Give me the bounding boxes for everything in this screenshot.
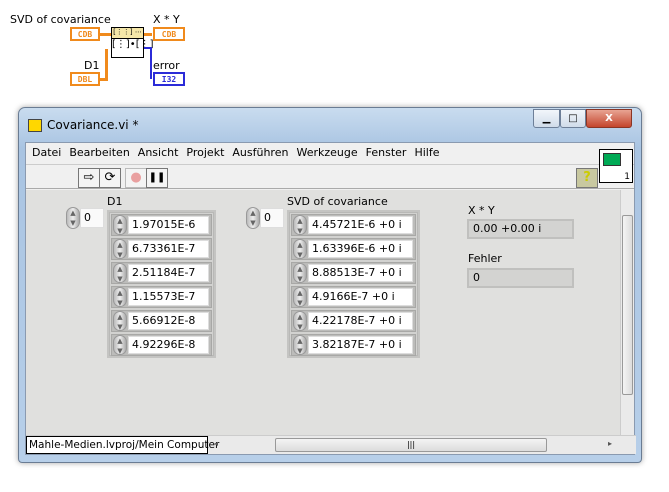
pause-button[interactable]: ❚❚	[146, 168, 168, 188]
fehler-label: Fehler	[468, 252, 502, 265]
spinner-icon[interactable]: ▲ ▼	[293, 311, 307, 331]
menu-ansicht[interactable]: Ansicht	[134, 143, 183, 163]
d1-value[interactable]: 1.15573E-7	[128, 288, 209, 306]
menu-fenster[interactable]: Fenster	[362, 143, 411, 163]
spinner-icon[interactable]: ▲ ▼	[113, 215, 127, 235]
svd-element: ▲ ▼ 3.82187E-7 +0 i	[291, 334, 416, 356]
spinner-icon[interactable]: ▲ ▼	[113, 263, 127, 283]
d1-index-spinner[interactable]: ▲ ▼	[66, 207, 80, 229]
svd-index[interactable]: 0	[260, 208, 284, 228]
menu-datei[interactable]: Datei	[26, 143, 65, 163]
error-terminal[interactable]: I32	[153, 72, 185, 86]
window-title: Covariance.vi *	[47, 118, 139, 132]
abort-button[interactable]: ●	[125, 168, 147, 188]
svd-element: ▲ ▼ 4.9166E-7 +0 i	[291, 286, 416, 308]
d1-value[interactable]: 6.73361E-7	[128, 240, 209, 258]
d1-value[interactable]: 2.51184E-7	[128, 264, 209, 282]
svd-element: ▲ ▼ 8.88513E-7 +0 i	[291, 262, 416, 284]
d1-element: ▲ ▼ 6.73361E-7	[111, 238, 212, 260]
menu-projekt[interactable]: Projekt	[182, 143, 228, 163]
d1-terminal-label: D1	[84, 59, 100, 72]
d1-value[interactable]: 1.97015E-6	[128, 216, 209, 234]
d1-element: ▲ ▼ 5.66912E-8	[111, 310, 212, 332]
vertical-scroll-thumb[interactable]	[622, 215, 633, 395]
menu-bearbeiten[interactable]: Bearbeiten	[65, 143, 133, 163]
xy-terminal-label: X * Y	[153, 13, 180, 26]
spinner-icon[interactable]: ▲ ▼	[113, 239, 127, 259]
spinner-icon[interactable]: ▲ ▼	[293, 287, 307, 307]
svd-value[interactable]: 4.45721E-6 +0 i	[308, 216, 413, 234]
front-panel: D1 ▲ ▼ 0 ▲ ▼ 1.97015E-6 ▲ ▼ 6.73361E-7 ▲ ▼ 2.51…	[26, 190, 621, 435]
xy-label: X * Y	[468, 204, 495, 217]
minimize-button[interactable]: ▁	[533, 109, 560, 128]
d1-element: ▲ ▼ 1.15573E-7	[111, 286, 212, 308]
svd-label: SVD of covariance	[287, 195, 388, 208]
help-button[interactable]: ?	[576, 168, 598, 188]
maximize-button[interactable]: □	[560, 109, 586, 128]
error-terminal-label: error	[153, 59, 180, 72]
spinner-icon[interactable]: ▲ ▼	[113, 287, 127, 307]
svd-index-spinner[interactable]: ▲ ▼	[246, 207, 260, 229]
connector-number: 1	[624, 172, 630, 182]
svd-element: ▲ ▼ 4.22178E-7 +0 i	[291, 310, 416, 332]
connector-pane-icon[interactable]: 1	[599, 149, 633, 183]
menu-hilfe[interactable]: Hilfe	[410, 143, 443, 163]
svd-value[interactable]: 1.63396E-6 +0 i	[308, 240, 413, 258]
svd-array: ▲ ▼ 4.45721E-6 +0 i ▲ ▼ 1.63396E-6 +0 i ▲ ▼ 8.…	[287, 210, 420, 358]
project-path: Mahle-Medien.lvproj/Mein Computer	[26, 436, 219, 454]
vi-icon	[28, 119, 42, 132]
spinner-icon[interactable]: ▲ ▼	[113, 335, 127, 355]
xy-indicator: 0.00 +0.00 i	[467, 219, 574, 239]
spinner-icon[interactable]: ▲ ▼	[293, 215, 307, 235]
scroll-left-icon[interactable]: ◂	[214, 439, 218, 448]
d1-element: ▲ ▼ 1.97015E-6	[111, 214, 212, 236]
d1-value[interactable]: 5.66912E-8	[128, 312, 209, 330]
run-button[interactable]: ⇨	[78, 168, 100, 188]
wire-xy	[144, 33, 152, 36]
d1-terminal[interactable]: DBL	[70, 72, 100, 86]
d1-array: ▲ ▼ 1.97015E-6 ▲ ▼ 6.73361E-7 ▲ ▼ 2.51184E-7 ▲…	[107, 210, 216, 358]
error-cluster-icon: [⋮⋮] ⋯	[112, 28, 143, 39]
svd-value[interactable]: 8.88513E-7 +0 i	[308, 264, 413, 282]
svd-element: ▲ ▼ 4.45721E-6 +0 i	[291, 214, 416, 236]
d1-element: ▲ ▼ 2.51184E-7	[111, 262, 212, 284]
xy-terminal[interactable]: CDB	[153, 27, 185, 41]
close-button[interactable]: X	[586, 109, 632, 128]
run-continuously-button[interactable]: ⟳	[99, 168, 121, 188]
svd-value[interactable]: 3.82187E-7 +0 i	[308, 336, 413, 354]
matrix-multiply-node[interactable]: [⋮⋮] ⋯ [⋮]•[⋮]	[111, 27, 154, 58]
multiply-icon: [⋮]•[⋮]	[112, 39, 154, 50]
svd-terminal-label: SVD of covariance	[10, 13, 111, 26]
status-bar: Mahle-Medien.lvproj/Mein Computer ◂ ||| …	[26, 435, 636, 454]
spinner-icon[interactable]: ▲ ▼	[113, 311, 127, 331]
wire-d1-vertical	[105, 49, 108, 81]
svd-terminal[interactable]: CDB	[70, 27, 100, 41]
vertical-scrollbar[interactable]	[620, 190, 634, 435]
toolbar: ⇨ ⟳ ● ❚❚ ?	[26, 164, 634, 189]
d1-element: ▲ ▼ 4.92296E-8	[111, 334, 212, 356]
scroll-right-icon[interactable]: ▸	[608, 439, 612, 448]
menu-bar: Datei Bearbeiten Ansicht Projekt Ausführ…	[26, 143, 634, 163]
d1-label: D1	[107, 195, 123, 208]
menu-werkzeuge[interactable]: Werkzeuge	[292, 143, 361, 163]
d1-index[interactable]: 0	[80, 208, 104, 228]
svd-value[interactable]: 4.9166E-7 +0 i	[308, 288, 413, 306]
horizontal-scroll-thumb[interactable]: |||	[275, 438, 547, 452]
spinner-icon[interactable]: ▲ ▼	[293, 335, 307, 355]
wire-error-vertical	[150, 47, 152, 79]
vi-window: Covariance.vi * ▁ □ X Datei Bearbeiten A…	[18, 107, 642, 463]
svd-value[interactable]: 4.22178E-7 +0 i	[308, 312, 413, 330]
fehler-indicator: 0	[467, 268, 574, 288]
menu-ausfuehren[interactable]: Ausführen	[228, 143, 292, 163]
svd-element: ▲ ▼ 1.63396E-6 +0 i	[291, 238, 416, 260]
d1-value[interactable]: 4.92296E-8	[128, 336, 209, 354]
spinner-icon[interactable]: ▲ ▼	[293, 263, 307, 283]
spinner-icon[interactable]: ▲ ▼	[293, 239, 307, 259]
waveform-icon	[603, 153, 621, 166]
